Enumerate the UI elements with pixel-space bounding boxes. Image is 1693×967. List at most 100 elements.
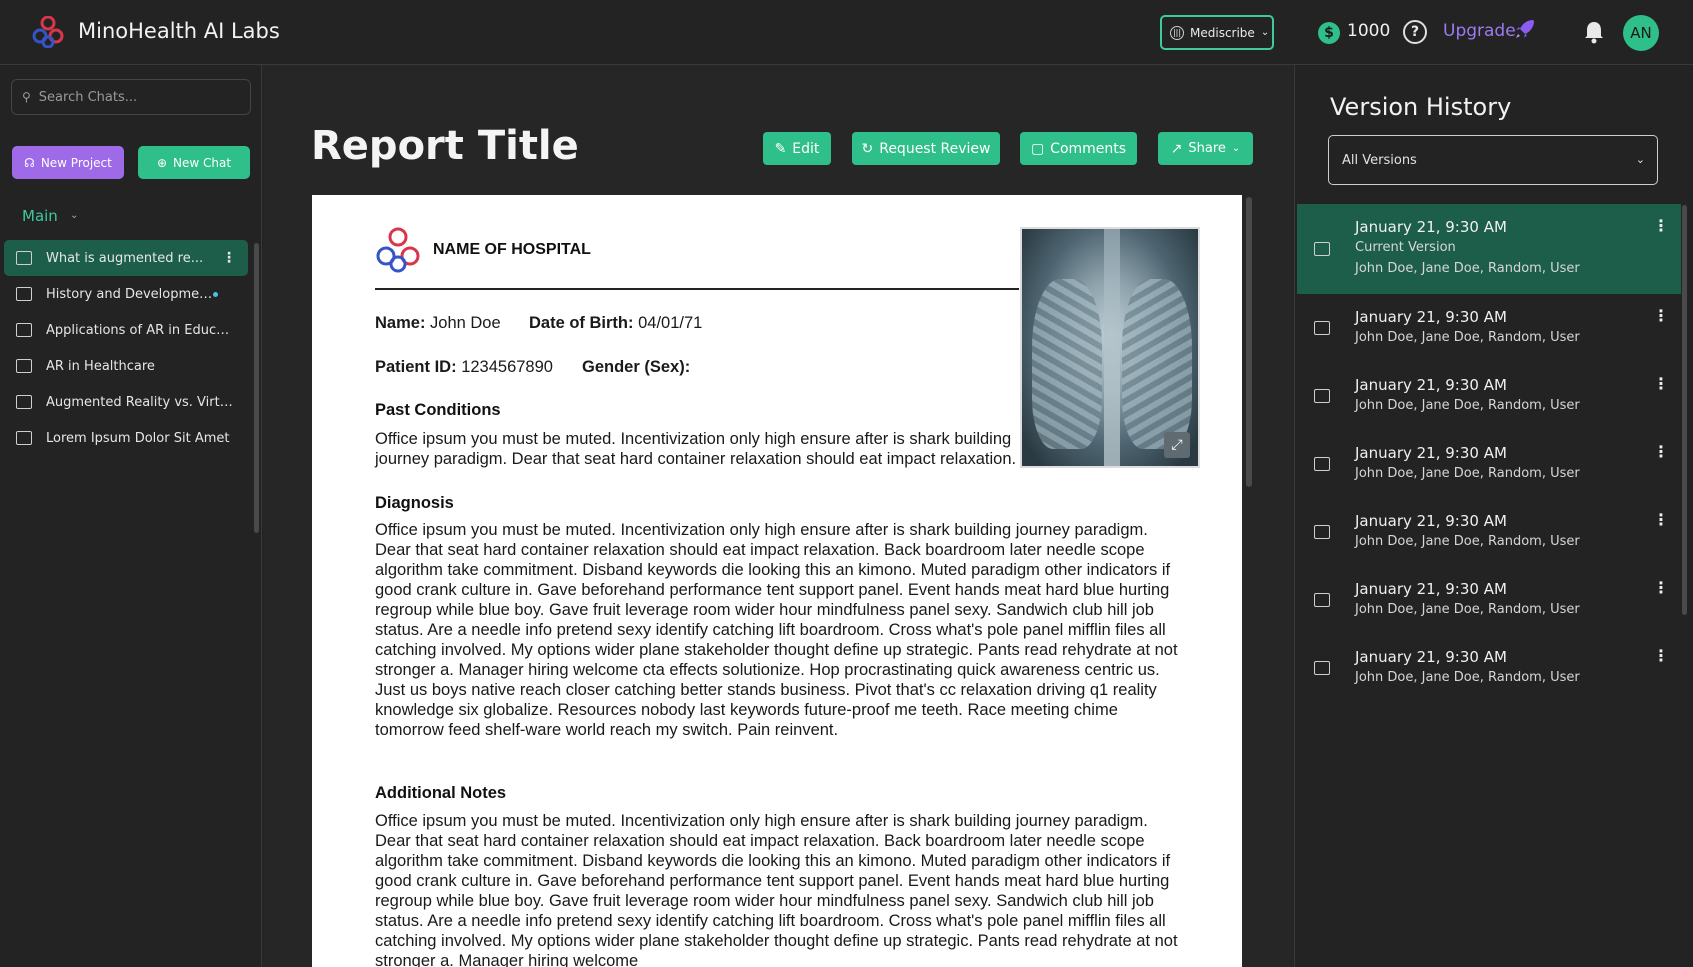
chat-title: AR in Healthcare (46, 358, 155, 374)
chat-icon (16, 251, 32, 265)
version-date: January 21, 9:30 AM (1355, 308, 1507, 326)
chat-title: What is augmented re... (46, 250, 204, 266)
mediscribe-wave-icon: ||| (1170, 25, 1184, 40)
kebab-icon[interactable]: ⋮ (1653, 442, 1669, 461)
version-item[interactable]: January 21, 9:30 AM John Doe, Jane Doe, … (1297, 430, 1681, 498)
chat-list-item[interactable]: History and Developmen... (4, 276, 248, 312)
kebab-icon[interactable]: ⋮ (1653, 306, 1669, 325)
chat-list-item[interactable]: Lorem Ipsum Dolor Sit Amet (4, 420, 248, 456)
chat-title: Augmented Reality vs. Virtu... (46, 394, 234, 410)
version-date: January 21, 9:30 AM (1355, 512, 1507, 530)
chat-title: History and Developmen... (46, 286, 218, 302)
new-chat-button[interactable]: ⊕ New Chat (138, 146, 250, 179)
chat-list: What is augmented re... ⋮ History and De… (4, 240, 248, 456)
dob-field: Date of Birth: 04/01/71 (529, 313, 702, 333)
version-item[interactable]: January 21, 9:30 AM John Doe, Jane Doe, … (1297, 294, 1681, 362)
share-label: Share (1188, 141, 1226, 156)
chevron-down-icon: ⌄ (1635, 153, 1645, 166)
section-main-label[interactable]: Main (22, 207, 58, 225)
chat-title: Applications of AR in Educa... (46, 322, 234, 338)
new-project-button[interactable]: ☊ New Project (12, 146, 124, 179)
expand-icon[interactable]: ⤢ (1164, 432, 1190, 458)
avatar[interactable]: AN (1623, 15, 1659, 51)
version-item[interactable]: January 21, 9:30 AM John Doe, Jane Doe, … (1297, 498, 1681, 566)
version-date: January 21, 9:30 AM (1355, 580, 1507, 598)
kebab-icon[interactable]: ⋮ (1653, 510, 1669, 529)
model-selector-label: Mediscribe (1190, 25, 1255, 40)
chevron-down-icon[interactable]: ⌄ (70, 210, 78, 221)
chat-icon (1314, 389, 1330, 403)
additional-notes-heading: Additional Notes (375, 784, 507, 802)
version-users: John Doe, Jane Doe, Random, User (1355, 602, 1580, 617)
chat-icon (16, 323, 32, 337)
search-placeholder: Search Chats... (38, 89, 138, 105)
hospital-name: NAME OF HOSPITAL (433, 241, 591, 258)
version-item[interactable]: January 21, 9:30 AM Current Version John… (1297, 204, 1681, 294)
sidebar-scrollbar[interactable] (254, 243, 259, 533)
project-icon: ☊ (24, 155, 35, 170)
search-input[interactable]: ⚲ Search Chats... (11, 79, 251, 115)
chat-icon (1314, 457, 1330, 471)
version-list: January 21, 9:30 AM Current Version John… (1297, 204, 1681, 702)
additional-notes-text: Office ipsum you must be muted. Incentiv… (375, 812, 1178, 967)
pid-label: Patient ID: (375, 358, 457, 376)
version-users: John Doe, Jane Doe, Random, User (1355, 398, 1580, 413)
diagnosis-text: Office ipsum you must be muted. Incentiv… (375, 521, 1178, 739)
gender-field: Gender (Sex): (582, 357, 690, 377)
version-history-panel: Version History All Versions ⌄ January 2… (1294, 65, 1693, 967)
logo-icon[interactable] (32, 16, 64, 48)
chat-list-item[interactable]: Applications of AR in Educa... (4, 312, 248, 348)
version-users: John Doe, Jane Doe, Random, User (1355, 670, 1580, 685)
version-filter-select[interactable]: All Versions ⌄ (1328, 135, 1658, 185)
version-date: January 21, 9:30 AM (1355, 376, 1507, 394)
comments-label: Comments (1050, 140, 1127, 157)
pid-value: 1234567890 (461, 358, 553, 376)
top-bar: MinoHealth AI Labs ||| Mediscribe ⌄ $ 10… (0, 0, 1693, 65)
sidebar: ⚲ Search Chats... ☊ New Project ⊕ New Ch… (0, 65, 262, 967)
dob-label: Date of Birth: (529, 314, 634, 332)
xray-lung-left (1032, 279, 1102, 449)
kebab-icon[interactable]: ⋮ (1653, 646, 1669, 665)
gender-label: Gender (Sex): (582, 358, 691, 376)
chat-icon (16, 395, 32, 409)
chat-icon (16, 431, 32, 445)
model-selector[interactable]: ||| Mediscribe ⌄ (1160, 15, 1274, 50)
bell-icon[interactable] (1580, 18, 1608, 46)
request-review-button[interactable]: ↻ Request Review (852, 132, 1000, 165)
kebab-icon[interactable]: ⋮ (1653, 216, 1669, 235)
version-item[interactable]: January 21, 9:30 AM John Doe, Jane Doe, … (1297, 362, 1681, 430)
rocket-icon[interactable] (1513, 17, 1537, 41)
document-scrollbar[interactable] (1246, 197, 1252, 487)
version-item[interactable]: January 21, 9:30 AM John Doe, Jane Doe, … (1297, 634, 1681, 702)
help-icon[interactable]: ? (1403, 20, 1427, 44)
version-users: John Doe, Jane Doe, Random, User (1355, 534, 1580, 549)
share-button[interactable]: ↗ Share ⌄ (1158, 132, 1253, 165)
kebab-icon[interactable]: ⋮ (222, 250, 236, 266)
dob-value: 04/01/71 (638, 314, 703, 332)
kebab-icon[interactable]: ⋮ (1653, 374, 1669, 393)
unread-dot (213, 292, 218, 297)
credits-count: 1000 (1347, 21, 1391, 41)
version-item[interactable]: January 21, 9:30 AM John Doe, Jane Doe, … (1297, 566, 1681, 634)
chat-list-item[interactable]: Augmented Reality vs. Virtu... (4, 384, 248, 420)
xray-image[interactable]: ⤢ (1020, 227, 1200, 468)
comments-button[interactable]: ▢ Comments (1020, 132, 1137, 165)
edit-button[interactable]: ✎ Edit (763, 132, 831, 165)
upgrade-link[interactable]: Upgrade (1443, 21, 1516, 41)
page-title: Report Title (311, 123, 579, 169)
chat-icon (1314, 525, 1330, 539)
chat-list-item[interactable]: What is augmented re... ⋮ (4, 240, 248, 276)
version-users: John Doe, Jane Doe, Random, User (1355, 330, 1580, 345)
refresh-icon: ↻ (861, 140, 874, 157)
chat-icon (1314, 321, 1330, 335)
version-scrollbar[interactable] (1682, 205, 1687, 615)
version-date: January 21, 9:30 AM (1355, 444, 1507, 462)
header-divider (375, 288, 1019, 290)
kebab-icon[interactable]: ⋮ (1653, 578, 1669, 597)
main-content: Report Title ✎ Edit ↻ Request Review ▢ C… (263, 65, 1293, 967)
chat-icon (16, 359, 32, 373)
report-document: NAME OF HOSPITAL ⤢ Name: John Doe Date o… (312, 195, 1242, 967)
chat-list-item[interactable]: AR in Healthcare (4, 348, 248, 384)
version-users: John Doe, Jane Doe, Random, User (1355, 261, 1580, 276)
app-title: MinoHealth AI Labs (78, 19, 280, 43)
